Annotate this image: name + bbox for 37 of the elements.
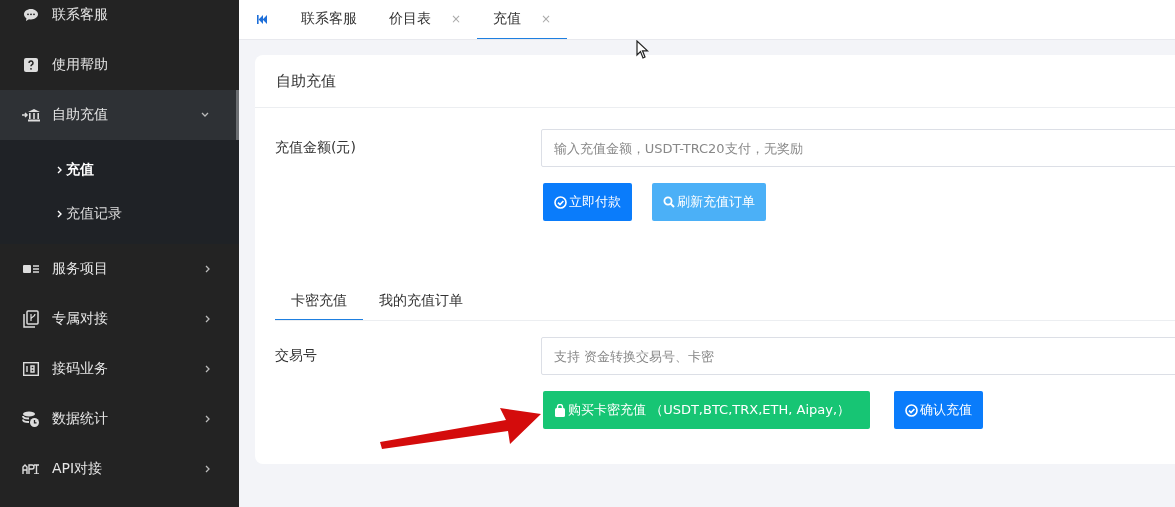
- field-label: 交易号: [275, 347, 318, 365]
- page-tab[interactable]: 充值 ×: [477, 0, 568, 39]
- submenu-item[interactable]: 充值记录: [0, 192, 239, 236]
- number-panel-icon: [22, 362, 40, 376]
- input-field[interactable]: 支持 资金转换交易号、卡密: [540, 337, 1175, 375]
- tab[interactable]: 卡密充值: [275, 281, 363, 320]
- sidebar-item[interactable]: 专属对接: [0, 294, 239, 344]
- bank-icon: [22, 108, 40, 122]
- api-badge-icon: [22, 464, 40, 474]
- sidebar-item[interactable]: 接码业务: [0, 344, 239, 394]
- sidebar-item[interactable]: 自助充值: [0, 90, 239, 140]
- database-clock-icon: [22, 410, 40, 428]
- search-icon: [663, 196, 675, 208]
- sidebar-item[interactable]: 服务项目: [0, 244, 239, 294]
- check-circle-icon: [905, 403, 919, 417]
- skip-back-icon[interactable]: [257, 15, 267, 24]
- help-icon: [22, 58, 40, 72]
- id-card-icon: [22, 264, 40, 274]
- sidebar-item[interactable]: 联系客服: [0, 0, 239, 40]
- field-label: 充值金额(元): [275, 139, 357, 157]
- card-title: 自助充值: [255, 55, 1175, 108]
- shopping-bag-icon: [554, 403, 566, 417]
- action-button[interactable]: 确认充值: [894, 391, 984, 429]
- input-field[interactable]: 输入充值金额，USDT-TRC20支付，无奖励: [540, 129, 1175, 167]
- action-button[interactable]: 立即付款: [543, 183, 632, 221]
- chevron-icon: [57, 166, 62, 174]
- sidebar-item[interactable]: API对接: [0, 444, 239, 494]
- chat-bubble-icon: [22, 8, 40, 22]
- check-circle-icon: [554, 195, 567, 209]
- sidebar-item[interactable]: 数据统计: [0, 394, 239, 444]
- page-tab[interactable]: 价目表 ×: [373, 0, 478, 39]
- branch-document-icon: [22, 310, 40, 328]
- submenu-item[interactable]: 充值: [0, 148, 239, 192]
- tab[interactable]: 我的充值订单: [363, 281, 479, 320]
- chevron-icon: [57, 210, 62, 218]
- page-tab[interactable]: 联系客服: [285, 0, 373, 39]
- sidebar-item[interactable]: 使用帮助: [0, 40, 239, 90]
